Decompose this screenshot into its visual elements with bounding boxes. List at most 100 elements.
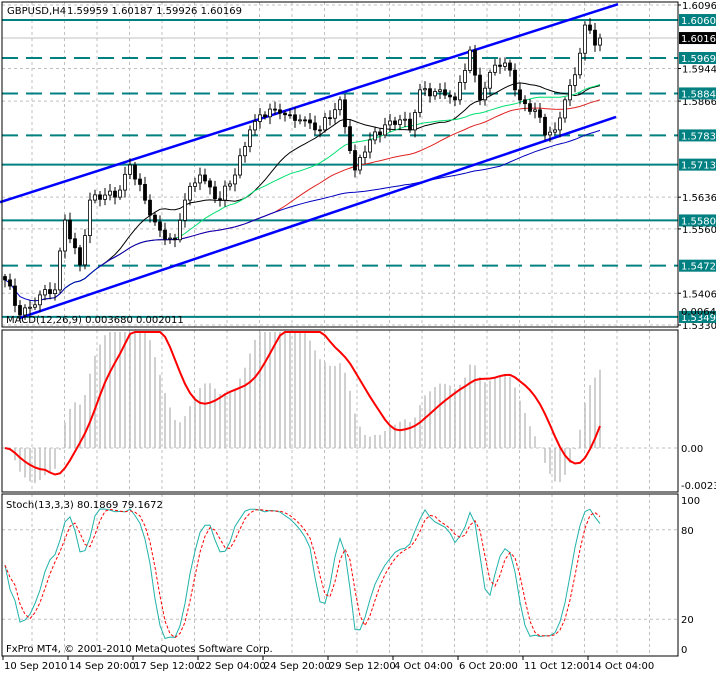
bull-candle xyxy=(563,99,567,119)
bull-candle xyxy=(93,194,97,201)
bull-candle xyxy=(83,235,87,266)
bear-candle xyxy=(393,120,397,125)
bear-candle xyxy=(288,114,292,117)
bear-candle xyxy=(408,118,412,131)
bear-candle xyxy=(528,103,532,112)
date-axis-label: 6 Oct 20:00 xyxy=(459,661,518,672)
bear-candle xyxy=(523,99,527,105)
bear-candle xyxy=(513,69,517,91)
stoch-signal-line xyxy=(4,508,601,639)
bull-candle xyxy=(103,194,107,200)
bull-candle xyxy=(188,185,192,201)
bear-candle xyxy=(273,108,277,111)
date-axis-label: 4 Oct 04:00 xyxy=(394,661,453,672)
bear-candle xyxy=(173,237,177,241)
level-price-label: 1.57838 xyxy=(681,131,716,142)
bear-candle xyxy=(313,122,317,131)
bull-candle xyxy=(598,37,602,46)
bull-candle xyxy=(548,131,552,136)
date-axis-label: 24 Sep 20:00 xyxy=(264,661,331,672)
bear-candle xyxy=(158,221,162,231)
bull-candle xyxy=(468,49,472,71)
bull-candle xyxy=(193,182,197,187)
bull-candle xyxy=(363,151,367,158)
bear-candle xyxy=(138,178,142,185)
level-price-label: 1.60600 xyxy=(681,16,716,27)
bear-candle xyxy=(538,109,542,118)
bear-candle xyxy=(3,276,7,281)
date-axis-label: 22 Sep 04:00 xyxy=(199,661,266,672)
bear-candle xyxy=(588,24,592,31)
bear-candle xyxy=(148,199,152,216)
bull-candle xyxy=(238,155,242,176)
date-axis-label: 17 Sep 12:00 xyxy=(134,661,201,672)
bull-candle xyxy=(483,87,487,101)
date-axis-label: 10 Sep 2010 xyxy=(4,661,67,672)
bull-candle xyxy=(398,119,402,125)
bear-candle xyxy=(133,164,137,180)
bear-candle xyxy=(143,183,147,201)
bull-candle xyxy=(128,164,132,175)
bull-candle xyxy=(248,129,252,147)
bear-candle xyxy=(498,64,502,67)
bear-candle xyxy=(378,131,382,136)
bull-candle xyxy=(43,289,47,296)
bull-candle xyxy=(88,199,92,236)
bear-candle xyxy=(283,112,287,116)
stoch-axis-label: 80 xyxy=(681,526,694,537)
bull-candle xyxy=(228,183,232,187)
price-axis-label: 1.60960 xyxy=(682,1,716,12)
macd-panel xyxy=(2,331,678,484)
price-axis-label: 1.54060 xyxy=(682,289,716,300)
bull-candle xyxy=(558,117,562,131)
bull-candle xyxy=(38,294,42,306)
bull-candle xyxy=(533,109,537,112)
bull-candle xyxy=(358,157,362,171)
chart-ohlc: 1.59959 1.60187 1.59926 1.60169 xyxy=(67,6,242,17)
chart-header: GBPUSD,H4 xyxy=(7,6,66,17)
moving-averages xyxy=(4,82,601,302)
bull-candle xyxy=(63,219,67,252)
bull-candle xyxy=(493,64,497,73)
bear-candle xyxy=(593,29,597,46)
bull-candle xyxy=(53,289,57,295)
bear-candle xyxy=(13,285,17,306)
bear-candle xyxy=(78,247,82,266)
bear-candle xyxy=(328,117,332,120)
bull-candle xyxy=(108,190,112,196)
bull-candle xyxy=(183,199,187,221)
stochastic-panel xyxy=(2,508,678,639)
chart-canvas[interactable]: 1.609601.594401.586601.563601.556001.540… xyxy=(0,0,716,673)
bull-candle xyxy=(458,81,462,101)
bull-candle xyxy=(373,131,377,141)
bull-candle xyxy=(118,189,122,198)
bear-candle xyxy=(428,88,432,97)
price-axis-label: 1.59440 xyxy=(682,64,716,75)
bull-candle xyxy=(578,52,582,76)
bull-candle xyxy=(583,24,587,54)
bull-candle xyxy=(243,146,247,157)
moving-average-100 xyxy=(4,129,601,302)
stoch-label: Stoch(13,3,3) 80.1869 79.1672 xyxy=(6,500,163,511)
bear-candle xyxy=(203,174,207,182)
bull-candle xyxy=(333,109,337,119)
bull-candle xyxy=(403,118,407,121)
bear-candle xyxy=(473,49,477,76)
stoch-axis-label: 0 xyxy=(681,645,687,656)
trend-channel xyxy=(0,2,619,320)
current-price-label: 1.60169 xyxy=(681,34,716,45)
bull-candle xyxy=(223,185,227,201)
bull-candle xyxy=(268,108,272,118)
bear-candle xyxy=(448,94,452,98)
bull-candle xyxy=(383,124,387,136)
bull-candle xyxy=(28,306,32,309)
bear-candle xyxy=(318,129,322,132)
bear-candle xyxy=(353,150,357,171)
macd-axis-label: 0.00 xyxy=(681,444,703,455)
bull-candle xyxy=(23,307,27,316)
bull-candle xyxy=(573,74,577,86)
bear-candle xyxy=(8,279,12,287)
bear-candle xyxy=(18,305,22,316)
bear-candle xyxy=(453,96,457,101)
bear-candle xyxy=(73,238,77,249)
